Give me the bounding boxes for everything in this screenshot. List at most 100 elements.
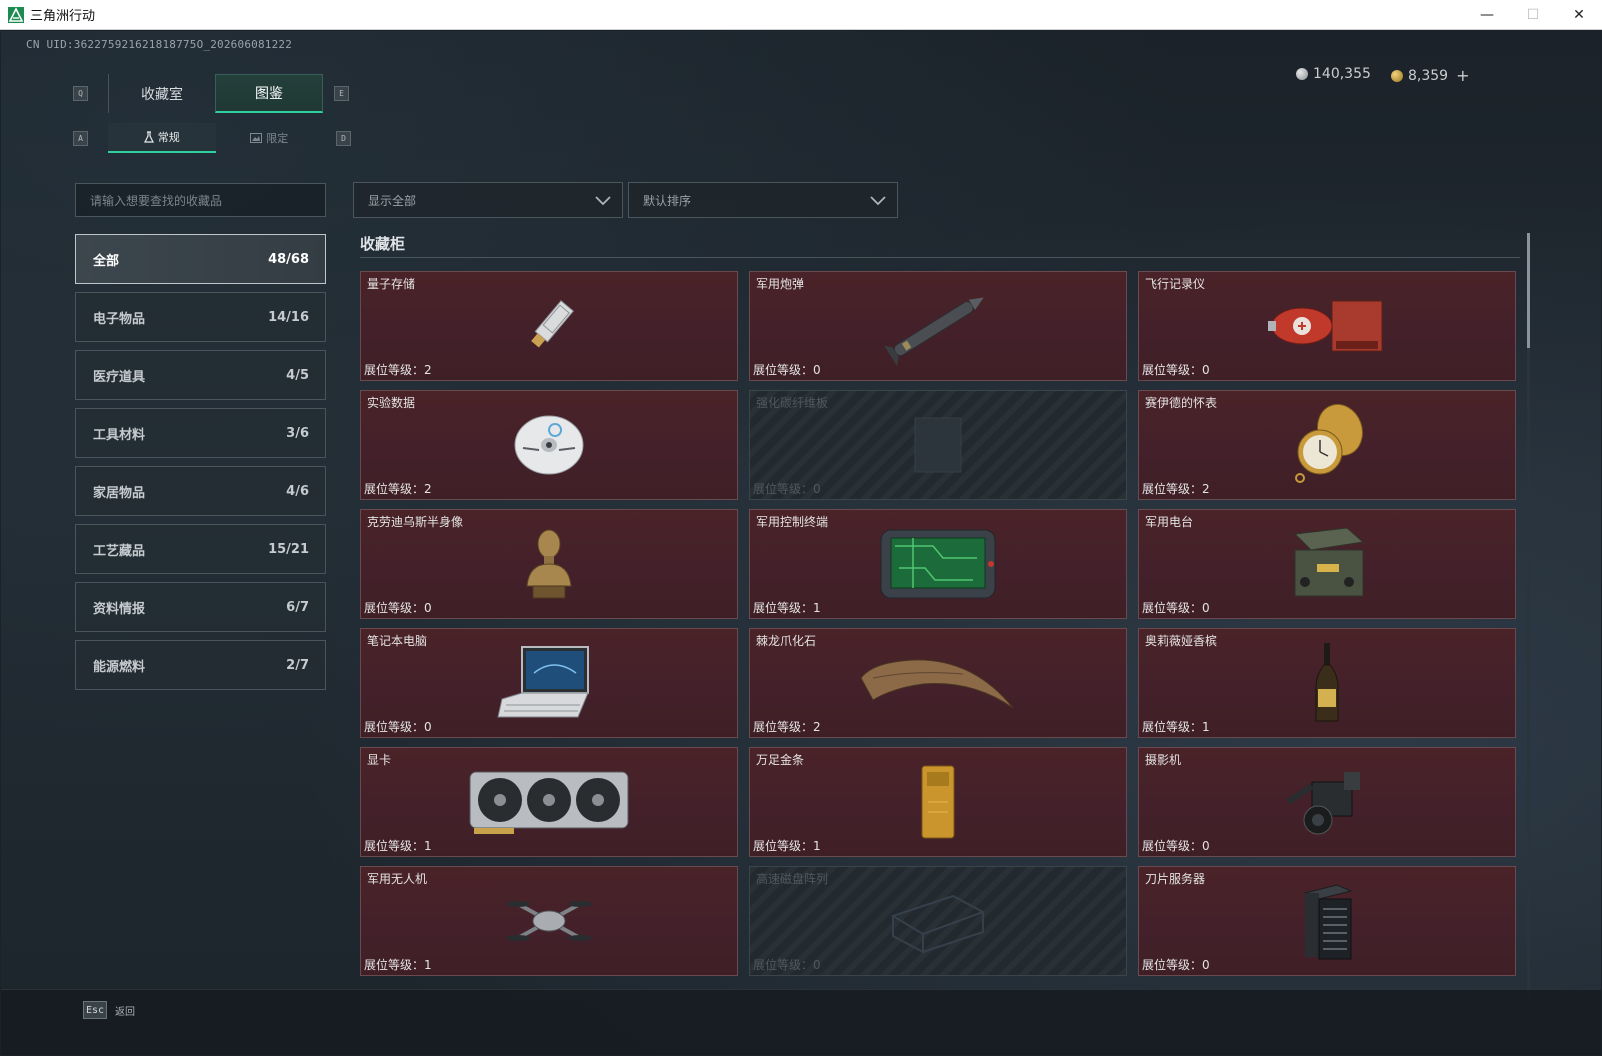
- military-radio-icon: [1293, 527, 1365, 597]
- category-label: 能源燃料: [93, 659, 146, 675]
- collection-card[interactable]: 赛伊德的怀表 展位等级：2: [1138, 390, 1516, 500]
- disc-icon: [514, 415, 584, 475]
- window-title: 三角洲行动: [30, 9, 96, 24]
- pocket-watch-icon: [1295, 403, 1364, 483]
- flight-recorder-icon: [1268, 300, 1383, 352]
- display-level: 展位等级：0: [1142, 958, 1210, 972]
- maximize-button[interactable]: ☐: [1510, 0, 1556, 30]
- category-intel[interactable]: 资料情报 6/7: [75, 582, 326, 632]
- collection-card[interactable]: 奥莉薇娅香槟 展位等级：1: [1138, 628, 1516, 738]
- tab-collection-room[interactable]: 收藏室: [108, 74, 215, 113]
- key-hint-e: E: [334, 86, 349, 101]
- collection-card[interactable]: 军用炮弹 展位等级：0: [749, 271, 1127, 381]
- collection-card[interactable]: 克劳迪乌斯半身像 展位等级：0: [360, 509, 738, 619]
- display-level: 展位等级：0: [1142, 839, 1210, 853]
- tab-limited[interactable]: 限定: [216, 123, 324, 153]
- scrollbar-thumb[interactable]: [1527, 233, 1530, 348]
- collection-card[interactable]: 万足金条 展位等级：1: [749, 747, 1127, 857]
- item-name: 棘龙爪化石: [756, 634, 817, 648]
- silver-balance: 140,355: [1296, 66, 1371, 82]
- collection-card[interactable]: 显卡 展位等级：1: [360, 747, 738, 857]
- collection-card[interactable]: 军用电台 展位等级：0: [1138, 509, 1516, 619]
- category-count: 14/16: [268, 309, 309, 325]
- collection-card[interactable]: 飞行记录仪 展位等级：0: [1138, 271, 1516, 381]
- collection-card[interactable]: 刀片服务器 展位等级：0: [1138, 866, 1516, 976]
- item-name: 万足金条: [756, 753, 805, 767]
- app-logo-icon: [8, 6, 24, 23]
- carbon-plate-icon: [914, 417, 962, 473]
- category-medical[interactable]: 医疗道具 4/5: [75, 350, 326, 400]
- section-title: 收藏柜: [360, 235, 406, 253]
- display-level: 展位等级：1: [364, 839, 432, 853]
- collection-card[interactable]: 军用无人机 展位等级：1: [360, 866, 738, 976]
- display-level: 展位等级：0: [753, 958, 821, 972]
- category-household[interactable]: 家居物品 4/6: [75, 466, 326, 516]
- back-button[interactable]: 返回: [115, 1003, 135, 1018]
- minimize-button[interactable]: —: [1464, 0, 1510, 30]
- category-list: 全部 48/68 电子物品 14/16 医疗道具 4/5 工具材料 3/6 家居…: [75, 234, 326, 698]
- item-name: 飞行记录仪: [1145, 277, 1206, 291]
- collection-card-locked[interactable]: 高速磁盘阵列 展位等级：0: [749, 866, 1127, 976]
- category-energy[interactable]: 能源燃料 2/7: [75, 640, 326, 690]
- section-divider: [360, 257, 1520, 258]
- collection-card-locked[interactable]: 强化碳纤维板 展位等级：0: [749, 390, 1127, 500]
- category-label: 工艺藏品: [93, 543, 146, 559]
- esc-key-hint[interactable]: Esc: [83, 1001, 107, 1019]
- display-level: 展位等级：0: [364, 720, 432, 734]
- category-count: 15/21: [268, 541, 309, 557]
- item-name: 军用无人机: [367, 872, 428, 886]
- close-button[interactable]: ✕: [1556, 0, 1602, 30]
- display-level: 展位等级：1: [753, 601, 821, 615]
- category-all[interactable]: 全部 48/68: [75, 234, 326, 284]
- gold-balance: 8,359 +: [1391, 66, 1470, 85]
- tab-regular[interactable]: 常规: [108, 123, 216, 153]
- item-name: 实验数据: [367, 396, 416, 410]
- tab-catalog[interactable]: 图鉴: [215, 74, 323, 113]
- silver-amount: 140,355: [1313, 66, 1371, 82]
- collection-card[interactable]: 军用控制终端 展位等级：1: [749, 509, 1127, 619]
- drone-icon: [506, 901, 592, 941]
- item-name: 强化碳纤维板: [756, 396, 829, 410]
- key-hint-q: Q: [73, 86, 88, 101]
- item-name: 刀片服务器: [1145, 872, 1206, 886]
- scrollbar-track[interactable]: [1527, 233, 1530, 1003]
- chevron-down-icon: [595, 196, 611, 206]
- champagne-bottle-icon: [1315, 643, 1339, 722]
- bust-statue-icon: [526, 529, 572, 599]
- graphics-card-icon: [469, 771, 629, 834]
- claw-fossil-icon: [860, 659, 1014, 709]
- collection-card[interactable]: 笔记本电脑 展位等级：0: [360, 628, 738, 738]
- sub-tabs: 常规 限定: [108, 123, 323, 153]
- flask-icon: [143, 131, 154, 143]
- gold-bar-icon: [921, 765, 955, 839]
- display-level: 展位等级：0: [364, 601, 432, 615]
- item-name: 笔记本电脑: [367, 634, 428, 648]
- collection-card[interactable]: 摄影机 展位等级：0: [1138, 747, 1516, 857]
- video-camera-icon: [1286, 772, 1360, 835]
- category-label: 全部: [93, 253, 120, 269]
- category-label: 医疗道具: [93, 369, 146, 385]
- category-tools[interactable]: 工具材料 3/6: [75, 408, 326, 458]
- category-crafts[interactable]: 工艺藏品 15/21: [75, 524, 326, 574]
- tab-limited-label: 限定: [266, 132, 289, 145]
- item-name: 量子存储: [367, 277, 416, 291]
- search-input[interactable]: 请输入想要查找的收藏品: [75, 183, 326, 217]
- item-name: 赛伊德的怀表: [1145, 396, 1218, 410]
- filter-dropdown[interactable]: 显示全部: [353, 182, 623, 218]
- display-level: 展位等级：0: [1142, 363, 1210, 377]
- add-currency-button[interactable]: +: [1456, 66, 1469, 85]
- category-electronics[interactable]: 电子物品 14/16: [75, 292, 326, 342]
- sort-dropdown[interactable]: 默认排序: [628, 182, 898, 218]
- display-level: 展位等级：2: [1142, 482, 1210, 496]
- item-name: 高速磁盘阵列: [756, 872, 829, 886]
- category-label: 电子物品: [93, 311, 146, 327]
- collection-card[interactable]: 量子存储 展位等级：2: [360, 271, 738, 381]
- disk-array-icon: [890, 894, 986, 954]
- collection-card[interactable]: 实验数据 展位等级：2: [360, 390, 738, 500]
- player-uid: CN UID:362275921621818775O_202606081222: [26, 38, 293, 51]
- gold-coin-icon: [1391, 69, 1403, 82]
- display-level: 展位等级：2: [753, 720, 821, 734]
- collection-card[interactable]: 棘龙爪化石 展位等级：2: [749, 628, 1127, 738]
- key-hint-d: D: [336, 131, 351, 146]
- game-surface: CN UID:362275921621818775O_202606081222 …: [1, 31, 1601, 1055]
